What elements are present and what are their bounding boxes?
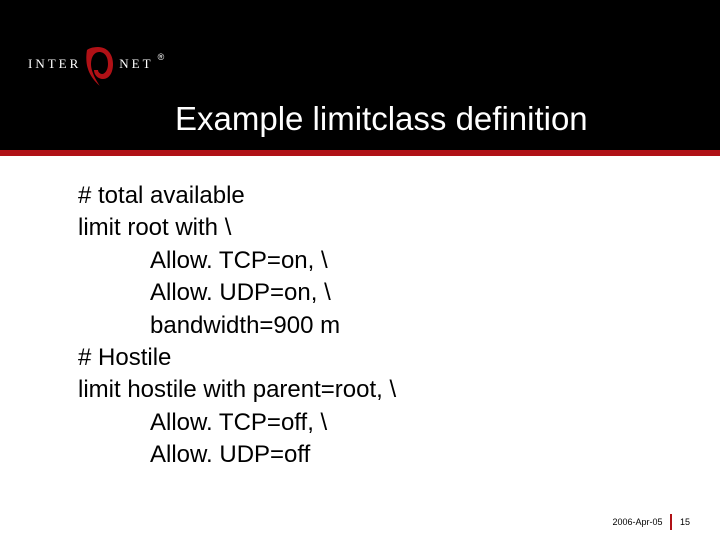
logo-registered: ® — [158, 50, 165, 62]
body-line: Allow. TCP=off, \ — [78, 407, 396, 439]
body-line: limit hostile with parent=root, \ — [78, 376, 396, 403]
logo-text-right: NET — [119, 50, 153, 72]
footer-separator — [670, 514, 672, 530]
footer: 2006-Apr-05 15 — [612, 514, 690, 530]
logo: INTER NET ® — [28, 50, 164, 94]
slide: INTER NET ® Example limitclass definitio… — [0, 0, 720, 540]
slide-body: # total available limit root with \ Allo… — [78, 180, 396, 472]
logo-mark-icon — [83, 44, 117, 88]
body-line: bandwidth=900 m — [78, 310, 396, 342]
accent-rule — [0, 150, 720, 156]
body-line: # Hostile — [78, 344, 171, 371]
body-line: Allow. UDP=off — [78, 439, 396, 471]
slide-title: Example limitclass definition — [175, 100, 588, 138]
body-line: Allow. UDP=on, \ — [78, 277, 396, 309]
footer-page-number: 15 — [680, 517, 690, 527]
body-line: limit root with \ — [78, 214, 231, 241]
logo-text-left: INTER — [28, 50, 81, 72]
body-line: Allow. TCP=on, \ — [78, 245, 396, 277]
footer-date: 2006-Apr-05 — [612, 517, 662, 527]
body-line: # total available — [78, 182, 245, 209]
